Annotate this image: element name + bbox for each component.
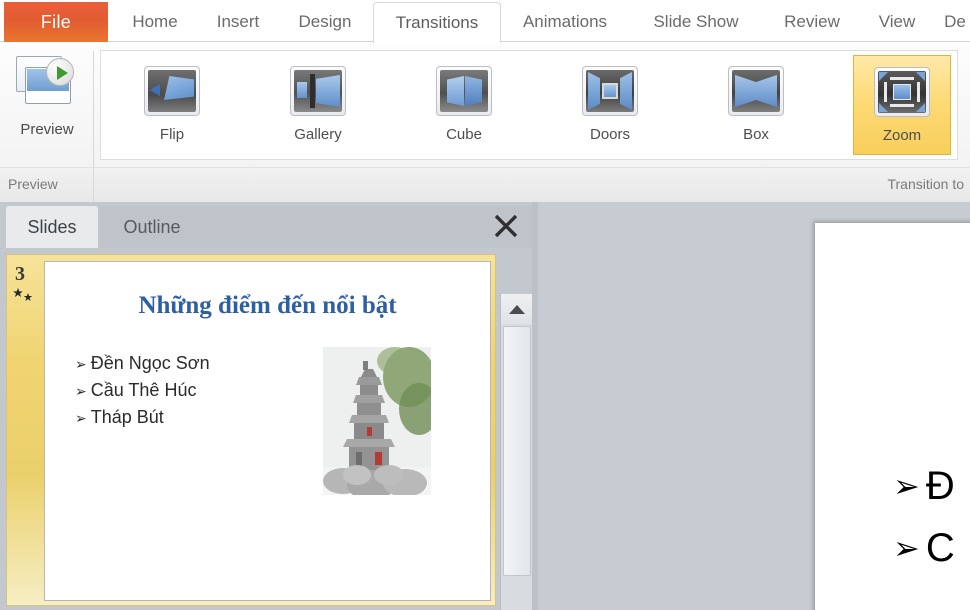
tab-home-label: Home	[132, 12, 178, 31]
tab-slides-label: Slides	[27, 216, 77, 237]
tab-outline-label: Outline	[123, 216, 181, 237]
tab-animations-label: Animations	[522, 12, 608, 31]
list-item-label: Đền Ngọc Sơn	[90, 353, 210, 373]
main-slide-canvas[interactable]: ➢ Đ ➢ C	[815, 223, 970, 610]
tab-file-label: File	[40, 11, 72, 32]
slide-editing-area: ➢ Đ ➢ C	[538, 202, 970, 610]
scrollbar-thumb[interactable]	[503, 326, 531, 576]
slide-thumbnail-area: 3 Những điểm đến nổi bật ➢ Đền Ngọc Sơn …	[0, 248, 538, 610]
slide-thumbnail-3[interactable]: 3 Những điểm đến nổi bật ➢ Đền Ngọc Sơn …	[6, 254, 496, 606]
tab-developer[interactable]: De	[935, 2, 970, 42]
transition-flip-label: Flip	[159, 126, 185, 143]
tab-home[interactable]: Home	[113, 2, 197, 42]
slide-bullet-list: ➢ Đền Ngọc Sơn ➢ Cầu Thê Húc ➢ Tháp Bút	[75, 350, 325, 431]
tab-insert[interactable]: Insert	[199, 2, 277, 42]
ribbon-group-labels: Preview Transition to	[0, 51, 970, 203]
transition-star-icon[interactable]	[13, 287, 35, 305]
tab-outline[interactable]: Outline	[100, 206, 204, 248]
tab-slide-show-label: Slide Show	[653, 12, 739, 31]
preview-button[interactable]: Preview	[5, 50, 89, 158]
transition-item-cube[interactable]: Cube	[415, 55, 513, 155]
transition-item-gallery[interactable]: Gallery	[269, 55, 367, 155]
transition-zoom-label: Zoom	[882, 127, 922, 144]
tab-transitions[interactable]: Transitions	[373, 2, 501, 43]
preview-play-icon	[16, 56, 78, 114]
tab-review[interactable]: Review	[765, 2, 859, 42]
tab-slides[interactable]: Slides	[6, 206, 98, 248]
slide-thumbnail-canvas: Những điểm đến nổi bật ➢ Đền Ngọc Sơn ➢ …	[44, 261, 491, 601]
list-item-label: C	[925, 526, 955, 570]
transition-cube-label: Cube	[446, 126, 482, 143]
powerpoint-window: File Home Insert Design Transitions Anim…	[0, 0, 970, 610]
transition-cube-icon	[436, 66, 492, 116]
list-item: ➢ C	[893, 517, 955, 579]
tab-design-label: Design	[298, 12, 352, 31]
list-item: ➢ Tháp Bút	[75, 404, 325, 431]
panel-tab-filler	[204, 206, 532, 248]
transition-gallery: Flip Gallery Cube Doors Box Zoom	[100, 50, 958, 160]
transition-zoom-icon	[874, 67, 930, 117]
tab-developer-label: De	[944, 12, 966, 31]
transition-item-zoom[interactable]: Zoom	[853, 55, 951, 155]
transition-item-flip[interactable]: Flip	[123, 55, 221, 155]
main-slide-bullet-list: ➢ Đ ➢ C	[893, 455, 955, 579]
scroll-up-arrow-icon[interactable]	[501, 294, 533, 324]
slides-panel: Slides Outline 3 Những điểm đến nổi bật …	[0, 202, 538, 610]
list-item: ➢ Đền Ngọc Sơn	[75, 350, 325, 377]
tab-animations[interactable]: Animations	[503, 2, 627, 42]
workspace: Slides Outline 3 Những điểm đến nổi bật …	[0, 202, 970, 610]
transition-gallery-label: Gallery	[294, 126, 342, 143]
transition-doors-label: Doors	[589, 126, 630, 143]
tab-file[interactable]: File	[4, 2, 108, 42]
transition-flip-icon	[144, 66, 200, 116]
slide-number: 3	[15, 263, 25, 285]
slides-panel-scrollbar[interactable]	[500, 294, 533, 610]
ribbon-tab-strip: File Home Insert Design Transitions Anim…	[0, 0, 970, 43]
bullet-arrow-icon: ➢	[893, 530, 920, 566]
slide-image-thap-but	[323, 347, 431, 505]
transition-box-label: Box	[743, 126, 769, 143]
transition-doors-icon	[582, 66, 638, 116]
bullet-arrow-icon: ➢	[75, 356, 87, 372]
preview-button-label: Preview	[20, 121, 74, 138]
tab-view-label: View	[878, 12, 916, 31]
list-item: ➢ Cầu Thê Húc	[75, 377, 325, 404]
list-item-label: Cầu Thê Húc	[90, 380, 197, 400]
group-label-preview: Preview	[8, 176, 58, 192]
tab-transitions-label: Transitions	[395, 13, 479, 32]
bullet-arrow-icon: ➢	[893, 468, 920, 504]
transition-item-box[interactable]: Box	[707, 55, 805, 155]
bullet-arrow-icon: ➢	[75, 410, 87, 426]
list-item-label: Đ	[925, 464, 955, 508]
transition-box-icon	[728, 66, 784, 116]
list-item-label: Tháp Bút	[90, 407, 164, 427]
ribbon: Preview Flip Gallery Cube Doors Box Zoom…	[0, 42, 970, 203]
tab-slide-show[interactable]: Slide Show	[629, 2, 763, 42]
bullet-arrow-icon: ➢	[75, 383, 87, 399]
tab-review-label: Review	[784, 12, 840, 31]
tab-insert-label: Insert	[216, 12, 260, 31]
tab-design[interactable]: Design	[279, 2, 371, 42]
transition-item-doors[interactable]: Doors	[561, 55, 659, 155]
slides-panel-tabs: Slides Outline	[0, 202, 538, 248]
close-icon[interactable]	[492, 212, 520, 240]
tab-view[interactable]: View	[861, 2, 933, 42]
ribbon-body: Preview Flip Gallery Cube Doors Box Zoom	[0, 42, 970, 167]
list-item: ➢ Đ	[893, 455, 955, 517]
group-label-transition: Transition to	[887, 176, 964, 192]
slide-title: Những điểm đến nổi bật	[138, 292, 397, 319]
transition-gallery-icon	[290, 66, 346, 116]
